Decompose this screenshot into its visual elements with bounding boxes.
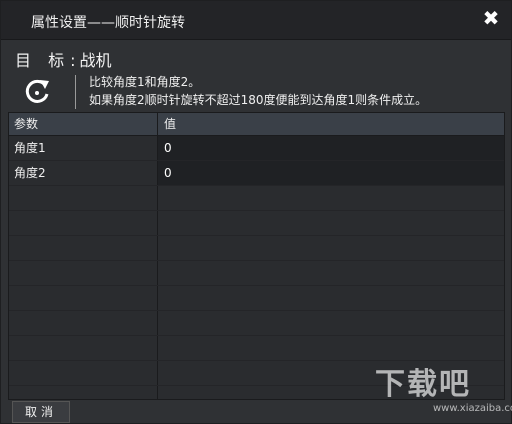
rotate-clockwise-icon (25, 79, 49, 103)
description-line-1: 比较角度1和角度2。 (89, 75, 201, 89)
empty-row (9, 236, 504, 261)
param-name: 角度1 (9, 136, 158, 160)
grid-header: 参数 值 (9, 113, 504, 136)
header-param: 参数 (9, 113, 158, 135)
param-value-input[interactable]: 0 (158, 161, 504, 185)
close-icon[interactable]: ✖ (479, 6, 503, 30)
target-colon: : (70, 51, 76, 70)
empty-row (9, 311, 504, 336)
description-text: 比较角度1和角度2。 如果角度2顺时针旋转不超过180度便能到达角度1则条件成立… (89, 73, 427, 109)
empty-row (9, 211, 504, 236)
empty-row (9, 286, 504, 311)
table-row[interactable]: 角度2 0 (9, 161, 504, 186)
target-label: 目 标 (15, 51, 71, 70)
cancel-button[interactable]: 取消 (12, 401, 70, 423)
property-grid: 参数 值 角度1 0 角度2 0 (8, 112, 505, 400)
param-name: 角度2 (9, 161, 158, 185)
properties-dialog: 属性设置——顺时针旋转 ✖ 目 标: 战机 比较角度1和角度2。 如果角度2顺时针… (0, 0, 512, 424)
description-line-2: 如果角度2顺时针旋转不超过180度便能到达角度1则条件成立。 (89, 93, 428, 107)
target-row: 目 标: 战机 (15, 47, 112, 71)
watermark-logo: 下载吧 www.xiazaiba.com (375, 363, 512, 423)
empty-row (9, 261, 504, 286)
param-value-input[interactable]: 0 (158, 136, 504, 160)
title-bar[interactable]: 属性设置——顺时针旋转 ✖ (1, 1, 511, 40)
header-value: 值 (164, 117, 177, 131)
description-block: 比较角度1和角度2。 如果角度2顺时针旋转不超过180度便能到达角度1则条件成立… (19, 75, 499, 109)
table-row[interactable]: 角度1 0 (9, 136, 504, 161)
watermark-url: www.xiazaiba.com (433, 403, 512, 414)
target-value: 战机 (79, 51, 112, 70)
empty-row (9, 336, 504, 361)
empty-row (9, 186, 504, 211)
dialog-title: 属性设置——顺时针旋转 (31, 15, 185, 31)
divider (75, 75, 76, 109)
watermark-text: 下载吧 (375, 367, 471, 402)
